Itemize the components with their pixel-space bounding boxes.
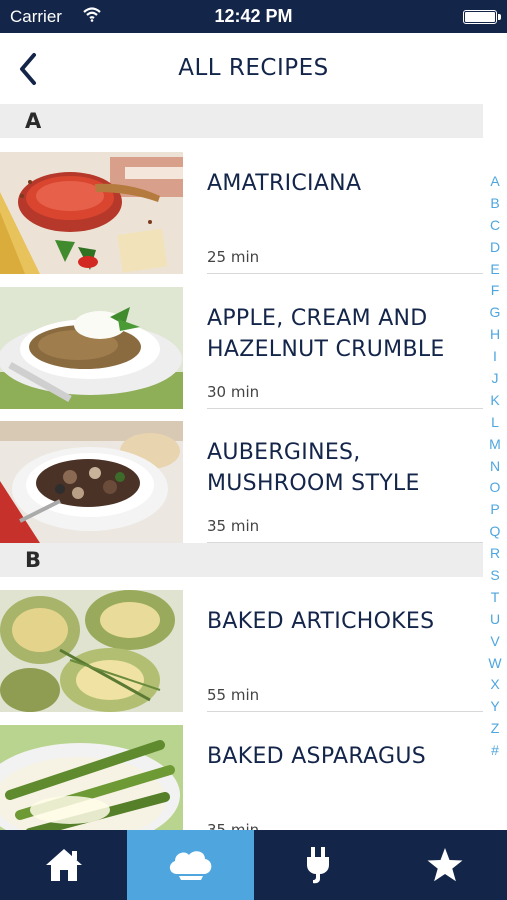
index-letter-r[interactable]: R bbox=[483, 543, 507, 565]
recipe-image bbox=[0, 152, 183, 274]
index-letter-g[interactable]: G bbox=[483, 302, 507, 324]
index-letter-h[interactable]: H bbox=[483, 324, 507, 346]
recipe-time: 35 min bbox=[207, 517, 260, 535]
section-header-a: A bbox=[0, 104, 483, 138]
index-letter-k[interactable]: K bbox=[483, 390, 507, 412]
recipe-row-amatriciana[interactable]: AMATRICIANA 25 min bbox=[0, 152, 483, 274]
recipe-row-aubergines[interactable]: AUBERGINES, MUSHROOM STYLE 35 min bbox=[0, 421, 483, 543]
index-letter-v[interactable]: V bbox=[483, 631, 507, 653]
index-letter-u[interactable]: U bbox=[483, 609, 507, 631]
index-letter-p[interactable]: P bbox=[483, 499, 507, 521]
recipe-row-baked-artichokes[interactable]: BAKED ARTICHOKES 55 min bbox=[0, 590, 483, 712]
index-letter-y[interactable]: Y bbox=[483, 696, 507, 718]
index-letter-d[interactable]: D bbox=[483, 237, 507, 259]
home-icon bbox=[45, 849, 82, 881]
index-letter-n[interactable]: N bbox=[483, 456, 507, 478]
recipe-row-baked-asparagus[interactable]: BAKED ASPARAGUS 35 min bbox=[0, 725, 483, 830]
chef-hat-icon bbox=[169, 851, 211, 880]
index-letter-b[interactable]: B bbox=[483, 193, 507, 215]
plug-icon bbox=[306, 847, 329, 884]
index-letter-o[interactable]: O bbox=[483, 477, 507, 499]
row-divider bbox=[207, 408, 483, 409]
recipe-row-apple-crumble[interactable]: APPLE, CREAM AND HAZELNUT CRUMBLE 30 min bbox=[0, 287, 483, 409]
index-letter-x[interactable]: X bbox=[483, 674, 507, 696]
recipe-name: BAKED ASPARAGUS bbox=[207, 744, 426, 769]
alphabet-index[interactable]: A B C D E F G H I J K L M N O P Q R S T U V W X Y Z # bbox=[483, 171, 507, 762]
recipe-image bbox=[0, 590, 183, 712]
index-letter-e[interactable]: E bbox=[483, 259, 507, 281]
index-letter-t[interactable]: T bbox=[483, 587, 507, 609]
recipe-image bbox=[0, 421, 183, 543]
recipe-name: BAKED ARTICHOKES bbox=[207, 609, 435, 634]
page-title: ALL RECIPES bbox=[178, 55, 329, 81]
index-letter-i[interactable]: I bbox=[483, 346, 507, 368]
index-letter-q[interactable]: Q bbox=[483, 521, 507, 543]
index-letter-f[interactable]: F bbox=[483, 280, 507, 302]
tab-favorites[interactable] bbox=[381, 830, 507, 900]
index-letter-c[interactable]: C bbox=[483, 215, 507, 237]
index-letter-w[interactable]: W bbox=[483, 653, 507, 675]
recipe-image bbox=[0, 725, 183, 830]
nav-header: ALL RECIPES bbox=[0, 33, 507, 105]
index-letter-z[interactable]: Z bbox=[483, 718, 507, 740]
index-letter-s[interactable]: S bbox=[483, 565, 507, 587]
recipe-name: AUBERGINES, MUSHROOM STYLE bbox=[207, 440, 420, 496]
section-header-b: B bbox=[0, 543, 483, 577]
index-letter-l[interactable]: L bbox=[483, 412, 507, 434]
status-bar: Carrier 12:42 PM bbox=[0, 0, 507, 33]
section-letter: B bbox=[25, 548, 42, 572]
tab-bar bbox=[0, 830, 507, 900]
recipe-list[interactable]: A AMATRICIANA 25 min APPLE, CREAM AND HA… bbox=[0, 104, 483, 830]
recipe-image bbox=[0, 287, 183, 409]
recipe-time: 25 min bbox=[207, 248, 260, 266]
star-icon bbox=[427, 848, 462, 882]
recipe-time: 55 min bbox=[207, 686, 260, 704]
row-divider bbox=[207, 273, 483, 274]
battery-icon bbox=[463, 10, 501, 24]
clock: 12:42 PM bbox=[214, 6, 293, 26]
recipe-name: APPLE, CREAM AND HAZELNUT CRUMBLE bbox=[207, 306, 445, 362]
recipe-time: 30 min bbox=[207, 383, 260, 401]
recipe-name: AMATRICIANA bbox=[207, 171, 362, 196]
tab-recipes[interactable] bbox=[127, 830, 254, 900]
tab-home[interactable] bbox=[0, 830, 127, 900]
index-letter-m[interactable]: M bbox=[483, 434, 507, 456]
index-letter-a[interactable]: A bbox=[483, 171, 507, 193]
index-letter-j[interactable]: J bbox=[483, 368, 507, 390]
recipe-time: 35 min bbox=[207, 821, 260, 830]
index-letter-hash[interactable]: # bbox=[483, 740, 507, 762]
tab-appliances[interactable] bbox=[254, 830, 381, 900]
section-letter: A bbox=[25, 109, 42, 133]
row-divider bbox=[207, 711, 483, 712]
